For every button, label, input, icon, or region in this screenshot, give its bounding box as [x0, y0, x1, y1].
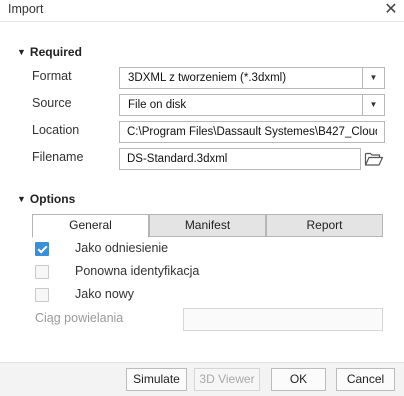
- filename-field-frame: [119, 148, 361, 170]
- jako-nowy-label: Jako nowy: [75, 287, 135, 301]
- options-header-label: Options: [29, 192, 76, 206]
- duplicate-string-field[interactable]: [183, 308, 383, 331]
- ponowna-identyfikacja-label: Ponowna identyfikacja: [75, 264, 200, 278]
- filename-input[interactable]: [120, 149, 360, 169]
- source-combo[interactable]: File on disk ▼: [119, 94, 385, 116]
- ponowna-identyfikacja-checkbox[interactable]: [35, 265, 49, 279]
- simulate-button[interactable]: Simulate: [126, 368, 187, 391]
- format-label: Format: [32, 69, 72, 83]
- format-combo[interactable]: 3DXML z tworzeniem (*.3dxml) ▼: [119, 67, 385, 89]
- jako-odniesienie-label: Jako odniesienie: [75, 241, 169, 255]
- window-title: Import: [8, 2, 44, 16]
- jako-odniesienie-checkbox[interactable]: [35, 242, 49, 256]
- format-value: 3DXML z tworzeniem (*.3dxml): [128, 72, 287, 84]
- duplicate-string-label: Ciąg powielania: [35, 311, 124, 325]
- title-bar: Import ✕: [0, 0, 404, 22]
- chevron-down-icon[interactable]: ▼: [362, 68, 384, 88]
- 3d-viewer-button[interactable]: 3D Viewer: [194, 368, 260, 391]
- chevron-down-icon[interactable]: ▼: [362, 95, 384, 115]
- collapse-triangle-icon: ▼: [17, 47, 26, 57]
- source-value: File on disk: [128, 99, 187, 111]
- close-icon[interactable]: ✕: [382, 1, 400, 19]
- tab-general[interactable]: General: [32, 214, 149, 238]
- required-section-header[interactable]: ▼ Required: [17, 45, 82, 59]
- folder-open-icon[interactable]: [364, 150, 384, 168]
- source-label: Source: [32, 96, 72, 110]
- jako-nowy-checkbox[interactable]: [35, 288, 49, 302]
- cancel-button[interactable]: Cancel: [336, 368, 395, 391]
- tab-manifest[interactable]: Manifest: [149, 214, 266, 237]
- location-field-frame: [119, 121, 385, 143]
- ok-button[interactable]: OK: [271, 368, 326, 391]
- collapse-triangle-icon: ▼: [17, 194, 26, 204]
- tab-report[interactable]: Report: [266, 214, 383, 237]
- filename-label: Filename: [32, 150, 84, 164]
- required-header-label: Required: [29, 45, 82, 59]
- location-input[interactable]: [120, 122, 384, 142]
- options-section-header[interactable]: ▼ Options: [17, 192, 75, 206]
- location-label: Location: [32, 123, 80, 137]
